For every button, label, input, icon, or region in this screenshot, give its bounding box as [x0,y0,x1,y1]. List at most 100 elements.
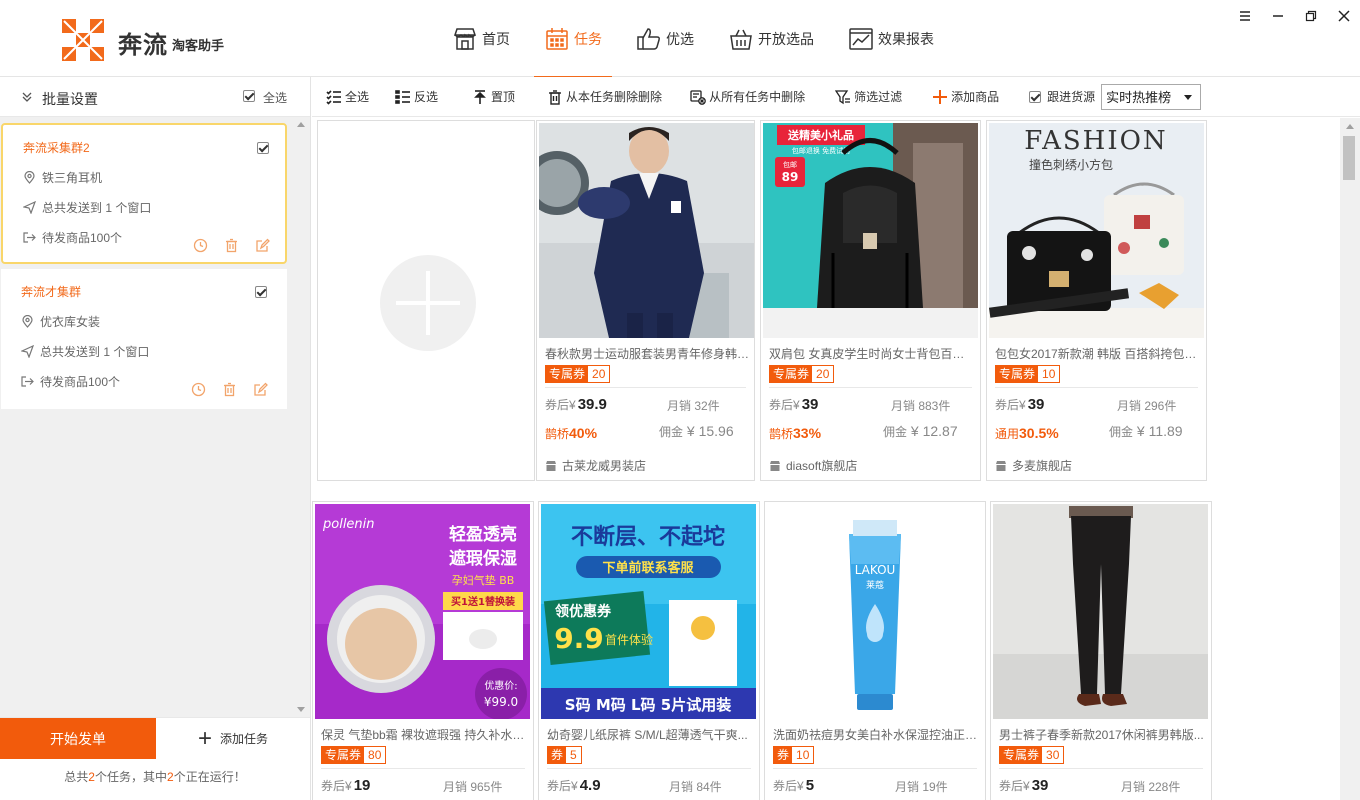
coupon-badge: 专属券 20 [769,365,835,383]
price-label: 券后¥ [999,779,1030,793]
nav-reports[interactable]: 效果报表 [836,0,946,77]
trousers-photo [993,504,1208,719]
invert-selection-button[interactable]: 反选 [395,77,438,117]
edit-icon[interactable] [255,238,270,253]
task-actions [191,382,284,397]
commission-rate: 鹊桥40% [545,425,597,442]
product-title: 春秋款男士运动服套装男青年修身韩版... [545,347,750,361]
task-name: 奔流才集群 [21,285,82,299]
product-card[interactable]: 送精美小礼品 包邮退换 免费试用 包邮 89 双肩包 女真皮学生时尚女士背包百搭… [760,120,981,481]
commission-label: 佣金 [1109,425,1134,439]
add-task-button[interactable]: + 添加任务 [156,718,310,759]
clock-icon[interactable] [193,238,208,253]
price-label: 券后¥ [545,398,576,412]
task-group-row: 铁三角耳机 [23,169,102,186]
follow-source-label: 跟进货源 [1047,90,1096,104]
start-sending-button[interactable]: 开始发单 [0,718,156,759]
product-title: 双肩包 女真皮学生时尚女士背包百搭... [769,347,974,361]
nav-open-selection[interactable]: 开放选品 [716,0,826,77]
task-list-scrollbar[interactable] [293,117,310,717]
task-list: 奔流采集群2 铁三角耳机 总共发送到 1 个窗口 待发商品100个 奔流才集群 … [0,117,292,717]
coupon-value: 20 [812,366,834,382]
pin-top-button[interactable]: 置顶 [472,77,515,117]
summary-prefix: 总共 [64,770,89,784]
task-group: 铁三角耳机 [42,171,103,185]
top-bar: 奔流 淘客助手 首页 任务 优选 开放选品 效果报表 [0,0,1360,78]
edit-icon[interactable] [253,382,268,397]
rate-label: 鹊桥 [545,427,570,441]
cushion-price-label: 优惠价: [484,679,517,692]
commission-rate: 鹊桥33% [769,425,821,442]
scroll-up-arrow[interactable] [297,122,305,127]
clock-icon[interactable] [191,382,206,397]
nav-tasks[interactable]: 任务 [532,0,614,78]
restore-button[interactable] [1294,0,1327,32]
select-all-tasks-checkbox[interactable] [243,90,255,102]
shop-name-label: 多麦旗舰店 [1012,459,1073,473]
menu-button[interactable] [1228,0,1261,32]
nav-preferred[interactable]: 优选 [624,0,706,77]
trash-icon[interactable] [222,382,237,397]
add-task-label: 添加任务 [220,732,269,746]
restore-icon [1305,10,1316,22]
close-button[interactable] [1327,0,1360,32]
chevron-double-down-icon[interactable] [20,90,34,104]
monthly-sales: 月销 296件 [1117,399,1177,413]
product-card[interactable]: 男士裤子春季新款2017休闲裤男韩版... 专属券 30 券后¥ 39 月销 228… [990,501,1212,800]
product-card[interactable]: pollenin 轻盈透亮 遮瑕保湿 孕妇气垫 BB 买1送1替换装 优惠价: … [312,501,534,800]
coupon-tag: 专属券 [996,366,1039,382]
follow-source-toggle[interactable]: 跟进货源 [1029,77,1095,117]
product-card[interactable]: 春秋款男士运动服套装男青年修身韩版... 专属券 20 券后¥ 39.9 月销 32… [536,120,755,481]
batch-settings-title: 批量设置 [42,91,98,107]
monthly-sales: 月销 84件 [669,780,722,794]
coupon-badge: 专属券 30 [999,746,1065,764]
rate-value: 40% [569,425,598,441]
diaper-line-3: 领优惠券 [555,603,612,620]
price-label: 券后¥ [995,398,1026,412]
product-card[interactable]: 不断层、不起坨 下单前联系客服 领优惠券 9.9 首件体验 S码 M码 L码 5… [538,501,760,800]
task-checkbox[interactable] [255,286,267,298]
coupon-tag: 券 [774,747,793,763]
add-product-card[interactable] [317,120,535,481]
scroll-down-arrow[interactable] [297,707,305,712]
scroll-thumb[interactable] [1343,136,1355,180]
filter-label: 筛选过滤 [854,90,903,104]
summary-total: 2 [88,770,95,784]
coupon-value: 5 [566,747,581,763]
nav-home[interactable]: 首页 [440,0,522,77]
card-divider [999,768,1203,769]
shop-name[interactable]: 古莱龙威男装店 [545,457,646,474]
shop-name[interactable]: 多麦旗舰店 [995,457,1072,474]
select-all-button[interactable]: 全选 [326,77,369,117]
trash-icon[interactable] [224,238,239,253]
summary-mid: 个任务，其中 [94,770,167,784]
product-card[interactable]: FASHION 撞色刺绣小方包 包包女2017新款潮 韩版 百搭斜挎包复... … [986,120,1207,481]
price-value: 4.9 [579,777,601,794]
price-value: 5 [805,777,815,794]
scroll-up-arrow[interactable] [1346,124,1354,129]
commission-value: ¥ 15.96 [686,423,734,439]
filter-button[interactable]: 筛选过滤 [835,77,902,117]
cushion-line-4: 买1送1替换装 [451,595,515,608]
add-product-button[interactable]: 添加商品 [932,77,999,117]
coupon-badge: 专属券 10 [995,365,1061,383]
minimize-button[interactable] [1261,0,1294,32]
task-card[interactable]: 奔流才集群 优衣库女装 总共发送到 1 个窗口 待发商品100个 [1,269,287,409]
product-toolbar: 全选 反选 置顶 从本任务删除删除 从所有任务中删除 筛选过滤 添加商品 跟进货… [312,77,1360,117]
task-checkbox[interactable] [257,142,269,154]
product-card[interactable]: LAKOU 莱蔻 洗面奶祛痘男女美白补水保湿控油正品... 券 10 券后¥ 5 月… [764,501,986,800]
coupon-value: 10 [1038,366,1060,382]
cleanser-photo: LAKOU 莱蔻 [767,504,982,719]
delete-from-all-tasks-button[interactable]: 从所有任务中删除 [690,77,805,117]
delete-from-all-tasks-label: 从所有任务中删除 [709,90,806,104]
task-card[interactable]: 奔流采集群2 铁三角耳机 总共发送到 1 个窗口 待发商品100个 [1,123,287,264]
arrow-to-top-icon [474,89,486,104]
shop-name[interactable]: diasoft旗舰店 [769,457,857,474]
summary-suffix: 个正在运行！ [173,770,246,784]
delete-from-task-button[interactable]: 从本任务删除删除 [547,77,662,117]
follow-source-checkbox[interactable] [1029,90,1042,103]
rate-value: 30.5% [1019,425,1059,441]
product-grid-scrollbar[interactable] [1340,118,1360,800]
sort-select[interactable]: 实时热推榜 [1101,83,1202,110]
price-label: 券后¥ [773,779,804,793]
